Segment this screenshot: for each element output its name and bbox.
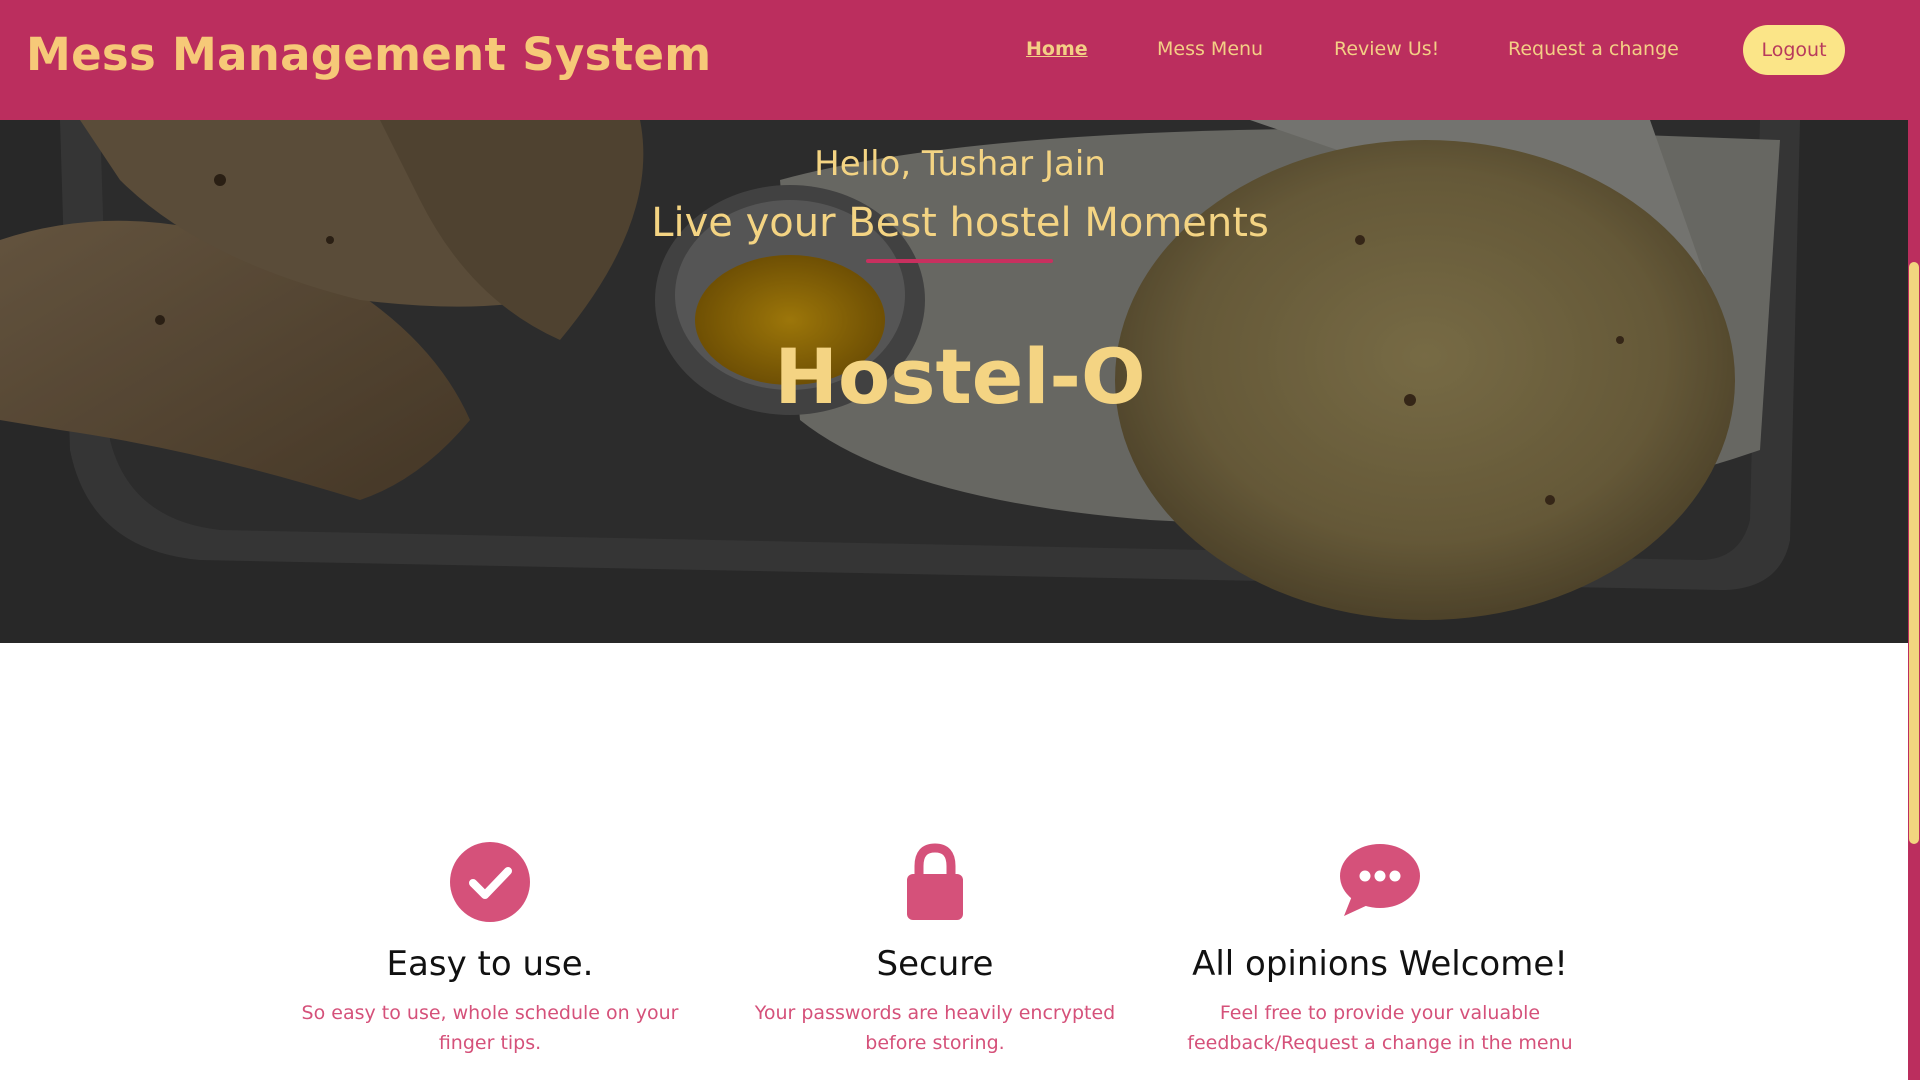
feature-easy-to-use: Easy to use. So easy to use, whole sched… xyxy=(270,840,710,1058)
nav-link-request-change[interactable]: Request a change xyxy=(1508,38,1679,60)
feature-description-line: Feel free to provide your valuable xyxy=(1219,1002,1541,1024)
nav-link-review-us[interactable]: Review Us! xyxy=(1334,38,1439,60)
hero-title: Hostel-O xyxy=(774,332,1146,421)
top-navbar: Mess Management System Home Mess Menu Re… xyxy=(0,0,1908,120)
nav-link-mess-menu[interactable]: Mess Menu xyxy=(1157,38,1263,60)
chat-bubble-icon xyxy=(1340,844,1420,916)
brand-title[interactable]: Mess Management System xyxy=(26,28,712,81)
feature-description: Your passwords are heavily encrypted bef… xyxy=(715,998,1155,1058)
page-scrollbar-thumb[interactable] xyxy=(1909,262,1919,844)
feature-heading: Secure xyxy=(876,944,994,984)
feature-description-line: Your passwords are heavily encrypted xyxy=(754,1002,1116,1024)
feature-opinions-welcome: All opinions Welcome! Feel free to provi… xyxy=(1160,840,1600,1058)
tagline-underline xyxy=(866,259,1053,263)
check-circle-icon xyxy=(450,842,530,922)
feature-description-line: feedback/Request a change in the menu xyxy=(1187,1032,1573,1054)
lock-icon xyxy=(907,843,963,920)
feature-description-line: finger tips. xyxy=(438,1032,542,1054)
feature-heading: Easy to use. xyxy=(386,944,594,984)
feature-secure: Secure Your passwords are heavily encryp… xyxy=(715,840,1155,1058)
feature-description-line: So easy to use, whole schedule on your xyxy=(301,1002,679,1024)
user-greeting: Hello, Tushar Jain xyxy=(814,144,1106,184)
hero-tagline: Live your Best hostel Moments xyxy=(651,200,1269,246)
hero-banner: Hello, Tushar Jain Live your Best hostel… xyxy=(0,120,1908,643)
feature-description: Feel free to provide your valuable feedb… xyxy=(1160,998,1600,1058)
feature-description: So easy to use, whole schedule on your f… xyxy=(270,998,710,1058)
feature-heading: All opinions Welcome! xyxy=(1192,944,1568,984)
feature-description-line: before storing. xyxy=(865,1032,1005,1054)
nav-link-home[interactable]: Home xyxy=(1026,38,1088,60)
logout-button[interactable]: Logout xyxy=(1743,25,1845,75)
